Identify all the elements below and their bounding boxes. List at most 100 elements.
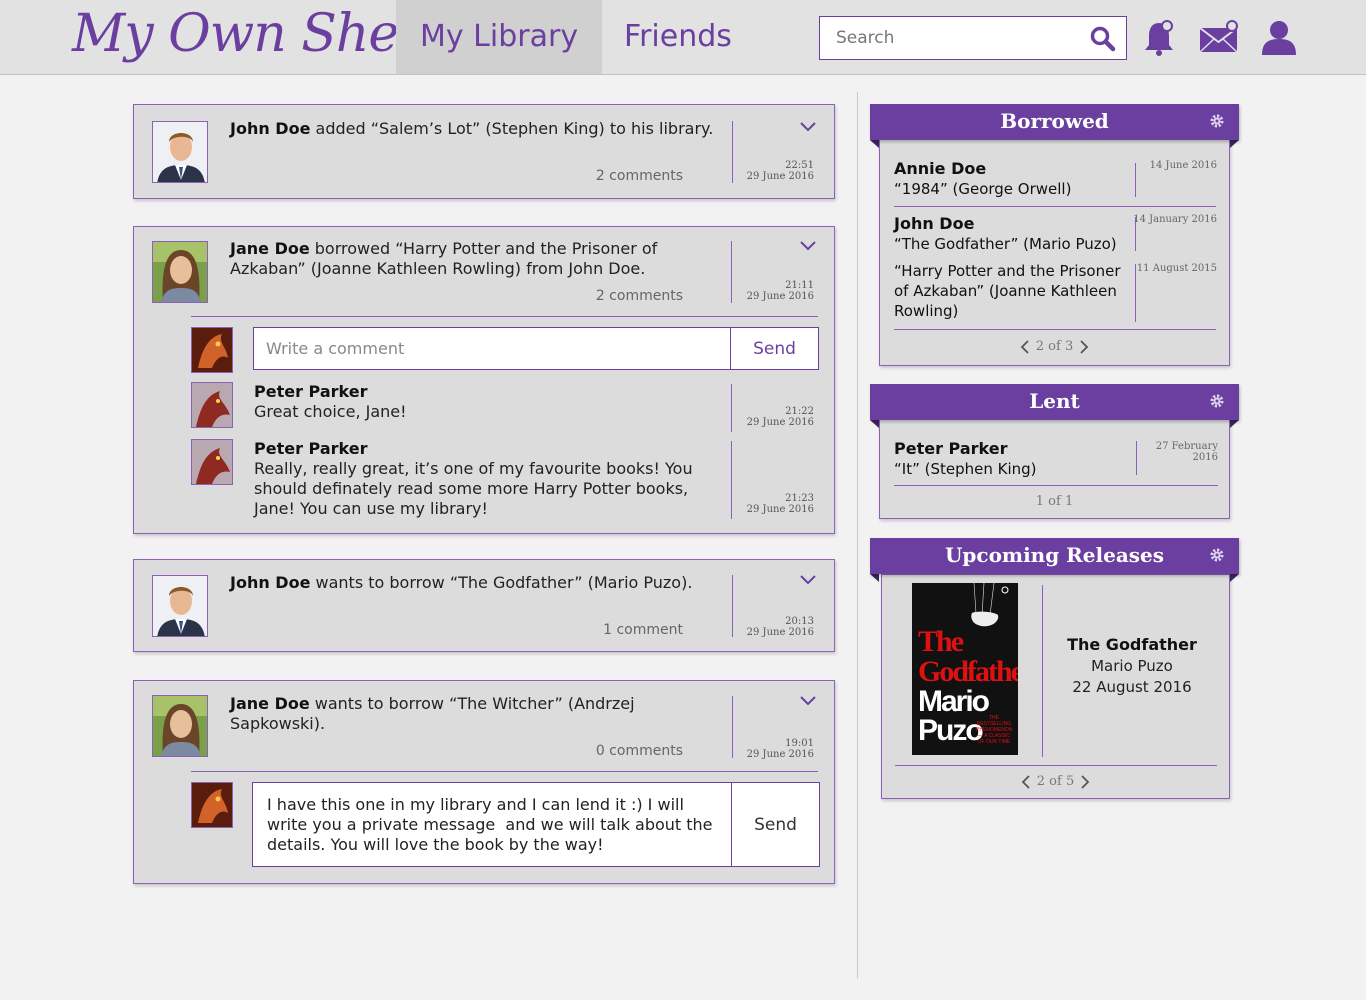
- chevron-left-icon[interactable]: [1021, 774, 1031, 789]
- upcoming-releases-widget: The Godfather Mario Puzo THE BESTSELLING…: [881, 574, 1230, 799]
- text-joiner: ” (: [297, 259, 317, 278]
- chevron-right-icon[interactable]: [1079, 339, 1089, 354]
- page-indicator: 2 of 3: [1035, 339, 1074, 354]
- comment-text: Really, really great, it’s one of my fav…: [254, 459, 693, 518]
- chevron-down-icon[interactable]: [800, 241, 816, 251]
- lent-book[interactable]: “It” (Stephen King): [894, 459, 1134, 479]
- gear-icon[interactable]: [1209, 547, 1225, 563]
- send-comment-button[interactable]: Send: [730, 328, 818, 369]
- borrower-name[interactable]: John Doe: [894, 214, 974, 233]
- chevron-down-icon[interactable]: [800, 575, 816, 585]
- avatar-john-doe[interactable]: [152, 121, 208, 183]
- activity-text: Jane Doe wants to borrow “The Witcher” (…: [230, 694, 722, 734]
- chevron-right-icon[interactable]: [1080, 774, 1090, 789]
- book-link[interactable]: The Witcher: [457, 694, 554, 713]
- avatar-jane-doe[interactable]: [152, 695, 208, 757]
- comments-count[interactable]: 1 comment: [543, 622, 683, 638]
- borrow-date: 14 June 2016: [1149, 160, 1217, 171]
- comments-count[interactable]: 2 comments: [543, 168, 683, 184]
- activity-verb: borrowed “: [309, 239, 403, 258]
- item-divider: [894, 329, 1216, 330]
- comment-timestamp: 21:22 29 June 2016: [744, 406, 814, 428]
- commenter-name[interactable]: Peter Parker: [254, 382, 367, 401]
- puppet-hand-icon: [971, 583, 1009, 627]
- nav-tab-friends[interactable]: Friends: [600, 0, 756, 74]
- lent-pager: 1 of 1: [880, 494, 1229, 509]
- upcoming-book-author[interactable]: Mario Puzo: [1047, 657, 1217, 675]
- user-link[interactable]: Jane Doe: [230, 694, 310, 713]
- nav-tab-my-library[interactable]: My Library: [396, 0, 602, 74]
- chevron-down-icon[interactable]: [800, 122, 816, 132]
- page-indicator: 2 of 5: [1036, 774, 1075, 789]
- book-link[interactable]: The Godfather: [458, 573, 574, 592]
- item-divider: [894, 485, 1218, 486]
- lendee-name[interactable]: Peter Parker: [894, 439, 1007, 458]
- borrower-name[interactable]: Annie Doe: [894, 159, 986, 178]
- item-divider: [894, 206, 1216, 207]
- avatar-current-user[interactable]: [191, 327, 233, 373]
- search-icon[interactable]: [1090, 26, 1116, 52]
- upcoming-book-title[interactable]: The Godfather: [1047, 635, 1217, 654]
- borrowed-book[interactable]: “1984” (George Orwell): [894, 179, 1134, 199]
- author-link[interactable]: Mario Puzo: [594, 573, 681, 592]
- date-value: 29 June 2016: [746, 749, 814, 760]
- user-link[interactable]: Jane Doe: [230, 239, 310, 258]
- text-tail: ) from John Doe.: [514, 259, 646, 278]
- activity-card: Jane Doe wants to borrow “The Witcher” (…: [133, 680, 835, 884]
- activity-card: John Doe wants to borrow “The Godfather”…: [133, 559, 835, 652]
- upcoming-release-date: 22 August 2016: [1072, 678, 1192, 696]
- date-value: 29 June 2016: [746, 504, 814, 515]
- activity-verb: wants to borrow “: [309, 694, 458, 713]
- meta-separator: [732, 575, 733, 637]
- chevron-left-icon[interactable]: [1020, 339, 1030, 354]
- author-link[interactable]: Joanne Kathleen Rowling: [317, 259, 515, 278]
- avatar-peter-parker[interactable]: [191, 439, 233, 485]
- user-link[interactable]: John Doe: [230, 119, 310, 138]
- site-logo[interactable]: My Own Shelf: [72, 4, 433, 64]
- mail-icon[interactable]: [1199, 18, 1239, 58]
- bell-icon[interactable]: [1141, 18, 1181, 58]
- borrowed-book[interactable]: “The Godfather” (Mario Puzo): [894, 234, 1134, 254]
- comments-count[interactable]: 2 comments: [543, 288, 683, 304]
- author-link[interactable]: Stephen King: [492, 119, 599, 138]
- book-cover-title: The Godfather: [918, 625, 1018, 688]
- time-value: 21:23: [785, 493, 814, 504]
- user-profile-icon[interactable]: [1259, 18, 1299, 58]
- text-joiner: ” (: [554, 694, 575, 713]
- time-value: 22:51: [785, 160, 814, 171]
- meta-separator: [731, 441, 732, 519]
- gear-icon[interactable]: [1209, 113, 1225, 129]
- avatar-john-doe[interactable]: [152, 575, 208, 637]
- search-input[interactable]: [820, 17, 1088, 59]
- meta-separator: [732, 696, 733, 758]
- comment-input[interactable]: I have this one in my library and I can …: [253, 783, 731, 866]
- page-indicator: 1 of 1: [1035, 494, 1074, 509]
- lent-widget-header: Lent: [870, 384, 1239, 420]
- chevron-down-icon[interactable]: [800, 696, 816, 706]
- time-value: 21:11: [785, 280, 814, 291]
- lent-widget: Peter Parker “It” (Stephen King) 27 Febr…: [879, 418, 1230, 519]
- gear-icon[interactable]: [1209, 393, 1225, 409]
- ribbon-fold: [1230, 574, 1239, 582]
- item-divider: [895, 765, 1217, 766]
- comment-input[interactable]: [254, 328, 730, 369]
- text-joiner: ” (: [472, 119, 492, 138]
- activity-card: John Doe added “Salem’s Lot” (Stephen Ki…: [133, 104, 835, 199]
- text-tail: ).: [681, 573, 693, 592]
- comments-count[interactable]: 0 comments: [543, 743, 683, 759]
- avatar-jane-doe[interactable]: [152, 241, 208, 303]
- avatar-peter-parker[interactable]: [191, 382, 233, 428]
- book-cover-image[interactable]: The Godfather Mario Puzo THE BESTSELLING…: [912, 583, 1018, 755]
- send-comment-button[interactable]: Send: [731, 783, 819, 866]
- meta-separator: [731, 384, 732, 432]
- text-joiner: ” (: [574, 573, 594, 592]
- book-cover-blurb: THE BESTSELLING PHENOMENON— A CLASSIC OF…: [976, 715, 1013, 745]
- search-box: [819, 16, 1127, 60]
- book-link[interactable]: Salem’s Lot: [379, 119, 472, 138]
- user-link[interactable]: John Doe: [230, 573, 310, 592]
- borrowed-book[interactable]: “Harry Potter and the Prisoner of Azkaba…: [894, 261, 1134, 321]
- ribbon-fold: [870, 574, 879, 582]
- avatar-current-user[interactable]: [191, 782, 233, 828]
- commenter-name[interactable]: Peter Parker: [254, 439, 367, 458]
- upcoming-releases-header: Upcoming Releases: [870, 538, 1239, 574]
